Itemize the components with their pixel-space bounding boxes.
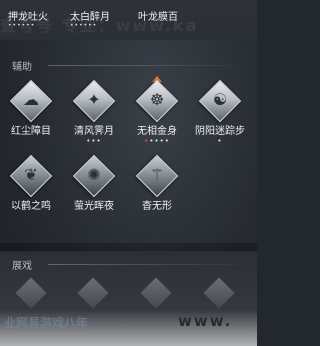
meditation-icon: ☸ xyxy=(149,90,165,109)
skill-name: 清风霁月 xyxy=(74,126,114,137)
top-skill-1-dots: •••••• xyxy=(8,22,36,29)
skill-slot-6[interactable]: ✺ 萤光晖夜 xyxy=(65,154,123,212)
skill-slot-2[interactable]: ✦ 清风霁月 ••• xyxy=(65,79,123,145)
watermark-bottom-left: 业网易游戏八年 xyxy=(4,316,89,330)
lotus-icon: ☁ xyxy=(23,90,39,109)
skill-panel: 押龙吐火 •••••• 太白醉月 •••••• 叶龙膜百 查号号 专业：www.… xyxy=(0,0,257,346)
skill-name: 红尘障目 xyxy=(11,126,51,137)
skill-slot-1[interactable]: ☁ 红尘障目 xyxy=(2,79,60,145)
top-skill-1[interactable]: 押龙吐火 xyxy=(8,8,48,23)
skill-slot-3[interactable]: ☸ 无相金身 ••••• xyxy=(128,76,186,145)
skill-level-dots xyxy=(2,137,60,145)
section-divider xyxy=(48,65,257,66)
skill-slot-7[interactable]: ⚚ 杳无形 xyxy=(128,154,186,212)
skill-name: 阴阳迷踪步 xyxy=(195,126,245,137)
section-divider xyxy=(48,264,257,265)
skill-slot-5[interactable]: ❦ 以鹤之鸣 xyxy=(2,154,60,212)
skill-name: 杳无形 xyxy=(142,201,172,212)
yin-yang-icon: ☯ xyxy=(212,90,228,109)
skill-level-dots-rest: •••• xyxy=(149,137,170,145)
crane-icon: ❦ xyxy=(24,165,38,184)
top-skill-3[interactable]: 叶龙膜百 xyxy=(138,8,178,23)
swirl-icon: ✺ xyxy=(87,165,101,184)
section-title-other: 展戏 xyxy=(12,261,32,272)
section-separator xyxy=(0,243,257,251)
skill-slot-4[interactable]: ☯ 阴阳迷踪步 • xyxy=(191,79,249,145)
skill-name: 无相金身 xyxy=(137,126,177,137)
top-skill-3-label: 叶龙膜百 xyxy=(138,12,178,23)
top-skill-strip: 押龙吐火 •••••• 太白醉月 •••••• 叶龙膜百 xyxy=(0,0,257,40)
skill-name: 以鹤之鸣 xyxy=(11,201,51,212)
figure-icon: ⚚ xyxy=(149,165,165,184)
skill-name: 萤光晖夜 xyxy=(74,201,114,212)
top-skill-2[interactable]: 太白醉月 xyxy=(70,8,110,23)
skill-level-dots: ••• xyxy=(86,137,102,145)
top-skill-2-dots: •••••• xyxy=(70,22,98,29)
section-title-auxiliary: 辅助 xyxy=(12,62,32,73)
watermark-bottom-url: www. xyxy=(178,312,233,330)
skill-level-dots: ••••• xyxy=(128,137,186,145)
wind-icon: ✦ xyxy=(87,90,101,109)
skill-level-dots: • xyxy=(217,137,223,145)
